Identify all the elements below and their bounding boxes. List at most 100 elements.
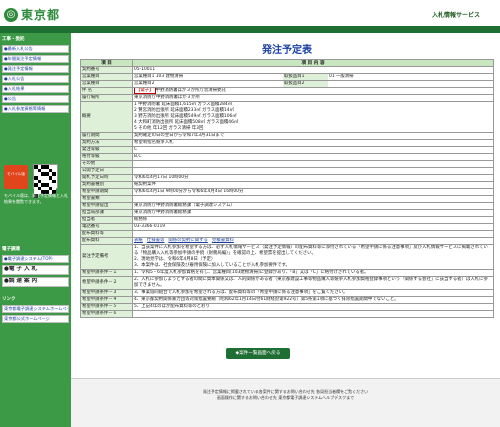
table-row: 発注予定備考 1、当該案件に入札参加を希望する方は、必ず入札情報サービス（発注予定… [80,244,494,270]
row-label: 営業種目 [80,80,133,88]
sidebar-item[interactable]: ●公告 [2,95,69,103]
table-row: 配布資料 表紙 仕様書等 関係の契約に関する 見積書資料 [80,237,494,245]
row-value [132,167,494,175]
sidebar-item[interactable]: ●最新入札公告 [2,45,69,53]
detail-table: 項 目 項 目 内 容 契約番号 05-10011 営業種目 営業種目1 103 建物… [80,59,494,318]
table-row: 公開予定日 [80,167,494,175]
row-label: 希望申請条件－６ [80,310,133,318]
row-value: 05-10011 [132,66,494,74]
row-value: 営業種目2 取扱品目2 [132,80,494,88]
table-row: 電話番号 03-3366-0119 [80,223,494,231]
sub-table: 営業種目1 103 建物清掃 取扱品目1 01 一般清掃 [134,74,493,80]
row-label: 希望申請条件－３ [80,289,133,297]
row-value: 表紙 仕様書等 関係の契約に関する 見積書資料 [132,237,494,245]
row-value: 4、東京都契約関係暴力団等対策措置要綱（昭和62年1月14日付61財経庶第922… [132,296,494,304]
sidebar-heading-1: 工事・委託 [2,37,25,42]
document-link[interactable]: 仕様書等 [147,239,165,244]
row-value [132,310,494,318]
row-value: 【電子】 中野消防署ほか３か所庁舎清掃委託 [132,87,494,95]
row-value: 東京消防庁中野消防署ほか３か所 [132,94,494,102]
row-label: 配布資料 [80,237,133,245]
row-label: 契約番号 [80,66,133,74]
page-title: 発注予定表 [262,45,312,56]
table-row: 契約番号 05-10011 [80,66,494,74]
sidebar-item-procure[interactable]: ●電子調達システム(TOP) [2,255,69,263]
table-row: 希望申請条件－１ 1、令和5・6年度入札参加資格を有し、営業種目[103建物清掃]… [80,269,494,277]
sidebar-item-procure[interactable]: ●電 子 入 札 [2,265,69,275]
sidebar-link[interactable]: 東京都電子調達システムホームページ [2,305,69,313]
row-label: 契約方法 [80,139,133,147]
sidebar-link[interactable]: 東京都公式ホームページ [2,315,69,323]
table-row: 担当者 総務係 [80,216,494,224]
value-text: 1、令和5・6年度入札参加資格を有し、営業種目[103建物清掃]に登録があり、「… [134,270,369,276]
sub-value-2 [328,82,493,87]
row-value: 03-3366-0119 [132,223,494,231]
document-link[interactable]: 関係の契約に関する [168,239,208,244]
table-row: 契約方法 希望制指名競争入札 [80,139,494,147]
back-to-list-button[interactable]: ◆案件一覧画面へ戻る [226,348,290,359]
row-value: 1、当該案件に入札参加を希望する方は、必ず入札情報サービス（発注予定情報）の配布… [132,244,494,270]
value-text: 4、東京都契約関係暴力団等対策措置要綱（昭和62年1月14日付61財経庶第922… [134,297,399,303]
sidebar-item[interactable]: ●入札参加資格等情報 [2,105,69,113]
value-text: 05-10011 [134,67,156,73]
table-row: 希望申請条件－２ 2、入札に参加しようとする者の間に資本関係又は、人的関係がある者… [80,276,494,290]
sub-value-1: 営業種目2 [134,81,155,87]
sidebar-item[interactable]: ●入札公告 [2,75,69,83]
value-text: 03-3366-0119 [134,224,166,230]
line: 1、当該案件に入札参加を希望する方は、必ず入札情報サービス（発注予定情報）の配布… [134,245,488,257]
row-label: 希望申請提出 [80,202,133,210]
sidebar-item[interactable]: ●入札結果 [2,85,69,93]
sidebar-item[interactable]: ●発注予定情報 [2,65,69,73]
row-value: 3、事業協同組合で入札参加を希望される方は、配布資料等の「希望申請に係る注意事項… [132,289,494,297]
value-text: 東京消防庁中野消防署総務課 [134,210,192,216]
sidebar-item[interactable]: ●年間発注予定情報 [2,55,69,63]
table-row: 概要 1 中野消防署 延床面積1,615㎡ ガラス面積284㎡ 2 鷺宮消防出張所 … [80,101,494,133]
row-value: 営業種目1 103 建物清掃 取扱品目1 01 一般清掃 [132,73,494,81]
value-text: 紙契約案件 [134,182,156,188]
row-label: 発注予定備考 [80,244,133,270]
table-row: 格付等級 B,C [80,153,494,161]
sub-value-2: 01 一般清掃 [329,74,354,80]
value-text: 東京消防庁中野消防署総務課（電子調達システム） [134,203,235,209]
table-row: 希望申請条件－６ [80,310,494,318]
service-name: 入札情報サービス [431,12,480,19]
row-label: 希望申請条件－５ [80,303,133,311]
value-text: 2、入札に参加しようとする者の間に資本関係又は、人的関係がある者（東京都建設工事… [134,277,488,289]
table-row: 希望申請条件－４ 4、東京都契約関係暴力団等対策措置要綱（昭和62年1月14日付6… [80,296,494,304]
table-row: 件 名【電子】 中野消防署ほか３か所庁舎清掃委託 [80,87,494,95]
table-row: 希望申請条件－５ 5、上記4年のほか配布資料等のとおり [80,303,494,311]
line: 3、本案件は、社会保険及び雇用保険に加入していることが入札参加要件です。 [134,263,290,268]
electronic-tag: 【電子】 [134,88,156,94]
row-value [132,160,494,168]
sidebar: 工事・委託 ●最新入札公告 ●年間発注予定情報 ●発注予定情報 ●入札公告 ●入札結果 ●… [0,33,71,427]
row-label: 希望申請条件－２ [80,276,133,290]
sidebar-item-procure[interactable]: ●調 達 案 内 [2,277,69,287]
value-text: C [134,147,138,153]
footer: 発注予定情報に掲載されている各案件に関するお問い合わせ先 各局担当者欄をご覧くだ… [71,378,500,427]
tokyo-logo[interactable]: ◎ 東京都 [4,6,60,23]
logo-text: 東京都 [21,8,61,22]
value-text: 希望制指名競争入札 [134,140,174,146]
main-content: 発注予定表 項 目 項 目 内 容 契約番号 05-10011 営業種目 営業種目1 … [80,33,494,318]
mobile-badge[interactable]: モバイル版 [4,165,28,189]
row-label: 契約書種別 [80,181,133,189]
header: ◎ 東京都 入札情報サービス [0,0,500,26]
row-label: 格付等級 [80,153,133,161]
sub-label: 取扱品目2 [283,81,328,87]
header-bar [0,26,500,33]
value-text: 5、上記4年のほか配布資料等のとおり [134,304,210,310]
row-value: 東京消防庁中野消防署総務課 [132,209,494,217]
document-link[interactable]: 表紙 [134,239,143,244]
mobile-note: モバイル版は、発注予定情報と入札結果を閲覧できます。 [4,193,68,204]
col-item-header: 項 目 [80,59,133,67]
table-row: 履行場所 東京消防庁中野消防署ほか３か所 [80,94,494,102]
table-row: 契約書種別 紙契約案件 [80,181,494,189]
row-value: 1 中野消防署 延床面積1,615㎡ ガラス面積284㎡ 2 鷺宮消防出張所 延床… [132,101,494,133]
row-label: 件 名 [80,87,133,95]
document-link[interactable]: 見積書資料 [212,239,234,244]
row-value: 1、令和5・6年度入札参加資格を有し、営業種目[103建物清掃]に登録があり、「… [132,269,494,277]
value-text: 中野消防署ほか３か所庁舎清掃委託 [155,88,226,94]
table-row: 履行期間 契約確定の日の翌日から令和7年3月31日まで [80,132,494,140]
value-text: 令和6年4月17日 10時00分 [134,175,189,181]
row-value: 契約確定の日の翌日から令和7年3月31日まで [132,132,494,140]
